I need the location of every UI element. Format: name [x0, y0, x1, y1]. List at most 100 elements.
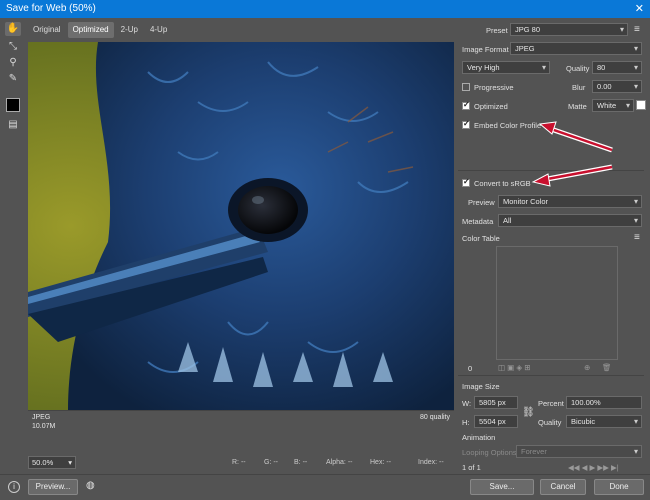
- playback-controls-icon[interactable]: ◀◀ ◀ ▶ ▶▶ ▶|: [568, 463, 619, 472]
- tab-4up[interactable]: 4-Up: [145, 22, 172, 38]
- animation-label: Animation: [462, 433, 496, 442]
- quality-label: Quality: [566, 64, 590, 73]
- index-readout: Index: --: [418, 459, 444, 466]
- tab-optimized[interactable]: Optimized: [67, 22, 114, 38]
- g-value: --: [273, 459, 279, 466]
- chevron-down-icon: ▾: [633, 197, 638, 206]
- matte-swatch[interactable]: [636, 100, 646, 110]
- alpha-value: --: [347, 459, 353, 466]
- eyedropper-icon[interactable]: ✎: [5, 72, 21, 86]
- chevron-down-icon: ▾: [633, 82, 638, 91]
- color-table-label: Color Table: [462, 234, 500, 243]
- chevron-down-icon: ▾: [633, 63, 638, 72]
- blur-input[interactable]: 0.00 ▾: [592, 80, 642, 93]
- alpha-label: Alpha:: [326, 459, 346, 466]
- info-icon[interactable]: i: [8, 481, 20, 493]
- zoom-select[interactable]: 50.0% ▾: [28, 456, 76, 469]
- hand-icon[interactable]: ✋: [5, 22, 21, 36]
- tab-original[interactable]: Original: [28, 22, 66, 38]
- close-icon[interactable]: ✕: [635, 0, 644, 18]
- compression-value: Very High: [467, 63, 500, 72]
- image-format-select[interactable]: JPEG ▾: [510, 42, 642, 55]
- preview-button[interactable]: Preview...: [28, 479, 78, 495]
- g-label: G:: [264, 459, 272, 466]
- view-tabs: Original Optimized 2-Up 4-Up: [28, 22, 172, 38]
- new-color-icon[interactable]: ⊕: [584, 363, 590, 372]
- image-preview[interactable]: [28, 42, 454, 410]
- b-readout: B: --: [294, 459, 307, 466]
- progressive-checkbox[interactable]: [462, 83, 470, 91]
- title-bar: Save for Web (50%) ✕: [0, 0, 650, 18]
- frame-count: 1 of 1: [462, 463, 481, 472]
- divider: [458, 170, 644, 171]
- menu-icon[interactable]: ≡: [634, 24, 640, 35]
- preset-select[interactable]: JPG 80 ▾: [510, 23, 628, 36]
- tab-2up[interactable]: 2-Up: [116, 22, 143, 38]
- chevron-down-icon: ▾: [625, 101, 630, 110]
- link-icon[interactable]: ⛓: [522, 407, 535, 418]
- percent-value: 100.00%: [571, 398, 601, 407]
- matte-select[interactable]: White ▾: [592, 99, 634, 112]
- preview-info: JPEG 10.07M 80 quality: [28, 410, 454, 442]
- r-readout: R: --: [232, 459, 246, 466]
- zoom-value: 50.0%: [32, 458, 54, 467]
- blur-label: Blur: [572, 83, 586, 92]
- convert-srgb-checkbox[interactable]: [462, 177, 470, 187]
- image-format-value: JPEG: [515, 44, 535, 53]
- image-format-label: Image Format: [462, 45, 509, 54]
- preview-quality: 80 quality: [420, 414, 450, 421]
- browser-globe-icon[interactable]: ◍: [86, 480, 95, 491]
- color-table-tools-icon[interactable]: ◫ ▣ ◈ ⊞: [498, 363, 530, 372]
- looping-select[interactable]: Forever ▾: [516, 445, 642, 458]
- index-value: --: [439, 459, 444, 466]
- width-input[interactable]: 5805 px: [474, 396, 518, 409]
- g-readout: G: --: [264, 459, 278, 466]
- matte-value: White: [597, 101, 617, 110]
- preview-size: 10.07M: [32, 423, 56, 430]
- preview-value: Monitor Color: [503, 197, 549, 206]
- compression-select[interactable]: Very High ▾: [462, 61, 550, 74]
- done-button[interactable]: Done: [594, 479, 644, 495]
- metadata-select[interactable]: All ▾: [498, 214, 642, 227]
- preview-select[interactable]: Monitor Color ▾: [498, 195, 642, 208]
- embed-color-profile-label: Embed Color Profile: [474, 121, 542, 130]
- chevron-down-icon: ▾: [633, 447, 638, 456]
- resample-value: Bicubic: [571, 417, 596, 426]
- blur-value: 0.00: [597, 82, 612, 91]
- chevron-down-icon: ▾: [633, 44, 638, 53]
- chevron-down-icon: ▾: [68, 458, 72, 467]
- percent-input[interactable]: 100.00%: [566, 396, 642, 409]
- optimized-label: Optimized: [474, 102, 508, 111]
- menu-icon[interactable]: ≡: [634, 232, 640, 243]
- optimized-checkbox[interactable]: [462, 100, 470, 110]
- save-button[interactable]: Save...: [470, 479, 534, 495]
- chevron-down-icon: ▾: [633, 216, 638, 225]
- progressive-label: Progressive: [474, 83, 514, 92]
- embed-color-profile-checkbox[interactable]: [462, 119, 470, 129]
- height-value: 5504 px: [479, 417, 506, 426]
- quality-input[interactable]: 80 ▾: [592, 61, 642, 74]
- window-title: Save for Web (50%): [6, 3, 96, 14]
- hex-readout: Hex: --: [370, 459, 391, 466]
- matte-label: Matte: [568, 102, 587, 111]
- slice-visibility-icon[interactable]: ▤: [5, 118, 21, 132]
- settings-panel: Preset JPG 80 ▾ ≡ Image Format JPEG ▾ Very…: [458, 18, 650, 474]
- height-label: H:: [462, 418, 470, 427]
- r-value: --: [240, 459, 246, 466]
- preset-value: JPG 80: [515, 25, 541, 34]
- zoom-icon[interactable]: ⚲: [5, 56, 21, 70]
- convert-srgb-label: Convert to sRGB: [474, 179, 531, 188]
- preview-label: Preview: [468, 198, 495, 207]
- slice-select-icon[interactable]: ⤡: [5, 40, 21, 54]
- metadata-label: Metadata: [462, 217, 494, 226]
- b-label: B:: [294, 459, 301, 466]
- alpha-readout: Alpha: --: [326, 459, 352, 466]
- resample-select[interactable]: Bicubic ▾: [566, 415, 642, 428]
- color-swatch[interactable]: [6, 98, 20, 112]
- delete-color-icon[interactable]: 🗑: [602, 363, 612, 372]
- tool-column: ✋ ⤡ ⚲ ✎ ▤: [0, 18, 26, 470]
- color-table[interactable]: [496, 246, 618, 360]
- cancel-button[interactable]: Cancel: [540, 479, 586, 495]
- height-input[interactable]: 5504 px: [474, 415, 518, 428]
- looping-label: Looping Options: [462, 448, 517, 457]
